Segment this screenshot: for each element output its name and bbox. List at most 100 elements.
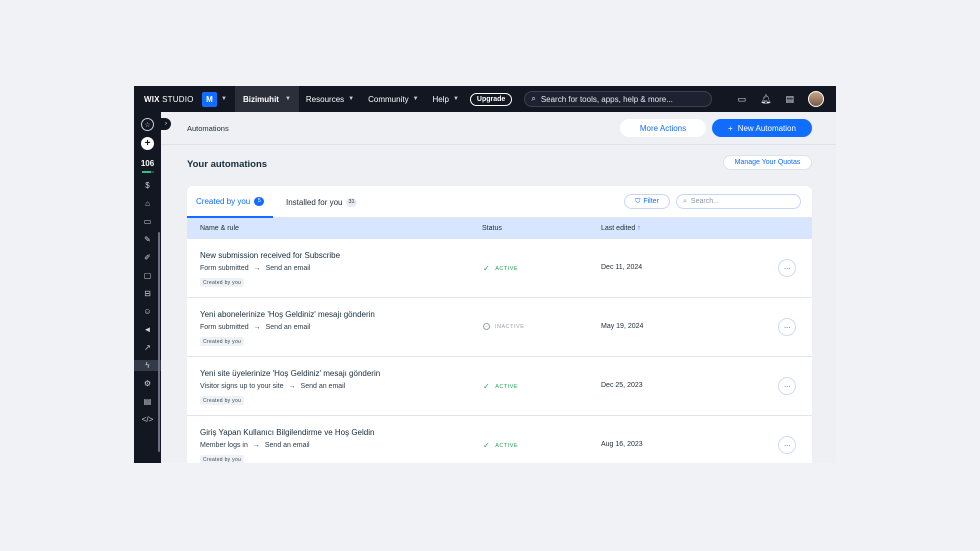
more-options-button[interactable]: ··· [778,318,796,336]
created-by-tag: Created by you [200,337,245,346]
global-search-input[interactable]: ⌕ Search for tools, apps, help & more... [524,91,713,107]
column-header-status: Status [482,225,502,232]
last-edited-date: May 19, 2024 [601,323,644,330]
pen-icon[interactable]: ✎ [144,234,151,245]
tab-installed-for-you[interactable]: Installed for you 31 [286,186,357,218]
automation-rule: Visitor signs up to your site → Send an … [200,383,345,390]
setup-score[interactable]: 106 [141,159,154,168]
site-switcher[interactable]: M ▼ [194,91,235,107]
plus-icon[interactable]: + [141,137,154,150]
upgrade-button[interactable]: Upgrade [469,92,513,106]
inactive-icon: – [483,323,490,330]
table-search-input[interactable]: ⌕ Search... [676,194,801,209]
plus-icon: + [728,123,733,133]
table-header: Name & rule Status Last edited ↑ [187,218,812,239]
table-row[interactable]: Giriş Yapan Kullanıcı Bilgilendirme ve H… [187,416,812,463]
filter-button[interactable]: ⛉ Filter [624,194,670,209]
status-badge: – INACTIVE [483,323,525,330]
laptop-icon[interactable]: ▭ [144,216,152,227]
arrow-right-icon: → [253,324,261,331]
automation-rule: Form submitted → Send an email [200,324,310,331]
check-icon: ✓ [483,264,491,273]
action-label: Send an email [265,265,311,272]
created-by-tag: Created by you [200,278,245,287]
trigger-label: Form submitted [200,265,249,272]
more-options-button[interactable]: ··· [778,377,796,395]
dollar-icon[interactable]: $ [145,180,149,191]
arrow-right-icon: → [253,265,261,272]
setup-progress-bar [141,171,154,173]
contacts-icon[interactable]: ☺ [143,306,151,317]
store-icon[interactable]: ⌂ [145,198,150,209]
search-icon: ⌕ [683,197,687,205]
edit-icon[interactable]: ✐ [144,252,151,263]
action-label: Send an email [264,442,310,449]
site-logo-icon: M [202,91,217,107]
check-icon: ✓ [483,382,491,391]
cms-icon[interactable]: ▤ [144,396,152,407]
analytics-icon[interactable]: ↗ [144,342,151,353]
nav-help[interactable]: Help ▼ [426,95,466,104]
count-badge: 5 [254,196,265,206]
column-header-last-edited[interactable]: Last edited ↑ [601,225,641,232]
table-row[interactable]: Yeni site üyelerinize 'Hoş Geldiniz' mes… [187,357,812,416]
top-bar: WIX STUDIO M ▼ Bizimuhit ▼ Resources ▼ Co… [134,86,836,112]
search-icon: ⌕ [531,94,536,103]
chevron-down-icon: ▼ [348,96,355,102]
sidebar-scrollbar[interactable] [158,232,160,452]
breadcrumb: Automations [187,124,229,133]
inbox-icon[interactable]: ▢ [144,270,152,281]
status-badge: ✓ ACTIVE [483,382,519,391]
tab-bar: Created by you 5 Installed for you 31 ⛉ … [187,186,812,218]
nav-resources[interactable]: Resources ▼ [299,95,361,104]
automation-name[interactable]: Giriş Yapan Kullanıcı Bilgilendirme ve H… [200,428,374,437]
action-label: Send an email [265,324,311,331]
tab-created-by-you[interactable]: Created by you 5 [187,186,274,218]
sort-arrow-icon: ↑ [637,225,641,232]
quotes-icon[interactable]: ▤ [785,94,794,105]
last-edited-date: Dec 11, 2024 [601,264,643,271]
more-options-button[interactable]: ··· [778,436,796,454]
tray-icon[interactable]: ⊟ [144,288,151,299]
check-icon: ✓ [483,441,491,450]
trigger-label: Visitor signs up to your site [200,383,284,390]
created-by-tag: Created by you [200,455,245,463]
app-window: WIX STUDIO M ▼ Bizimuhit ▼ Resources ▼ Co… [134,86,836,463]
automations-icon[interactable]: ϟ [134,360,161,371]
arrow-right-icon: → [288,383,296,390]
table-row[interactable]: Yeni abonelerinize 'Hoş Geldiniz' mesajı… [187,298,812,357]
automation-name[interactable]: Yeni site üyelerinize 'Hoş Geldiniz' mes… [200,369,380,378]
action-label: Send an email [300,383,346,390]
gear-icon[interactable]: ⚙ [144,378,151,389]
trigger-label: Form submitted [200,324,249,331]
last-edited-date: Dec 25, 2023 [601,382,643,389]
automation-rule: Member logs in → Send an email [200,442,310,449]
avatar[interactable] [808,91,824,107]
code-icon[interactable]: </> [142,414,154,425]
automation-rule: Form submitted → Send an email [200,265,310,272]
more-options-button[interactable]: ··· [778,259,796,277]
bell-icon[interactable]: 🔔︎ [760,94,771,105]
site-name: Bizimuhit [242,94,279,104]
megaphone-icon[interactable]: ◄ [144,324,152,335]
created-by-tag: Created by you [200,396,245,405]
new-automation-button[interactable]: + New Automation [712,119,812,137]
nav-community[interactable]: Community ▼ [361,95,425,104]
star-icon[interactable]: ☆ [141,118,154,131]
column-header-name: Name & rule [200,225,239,232]
chevron-down-icon: ▼ [221,96,227,102]
table-row[interactable]: New submission received for Subscribe Fo… [187,239,812,298]
chat-icon[interactable]: ▭ [738,94,747,105]
last-edited-date: Aug 16, 2023 [601,441,643,448]
automation-name[interactable]: Yeni abonelerinize 'Hoş Geldiniz' mesajı… [200,310,375,319]
page-header: Automations More Actions + New Automatio… [161,112,836,145]
automation-name[interactable]: New submission received for Subscribe [200,251,340,260]
arrow-right-icon: → [252,442,260,449]
site-name-menu[interactable]: Bizimuhit ▼ [234,86,299,112]
count-badge: 31 [346,197,357,207]
wix-studio-logo[interactable]: WIX STUDIO [134,95,194,104]
filter-icon: ⛉ [635,197,641,205]
chevron-down-icon: ▼ [412,96,419,102]
more-actions-button[interactable]: More Actions [620,119,706,137]
manage-quotas-button[interactable]: Manage Your Quotas [723,155,812,170]
